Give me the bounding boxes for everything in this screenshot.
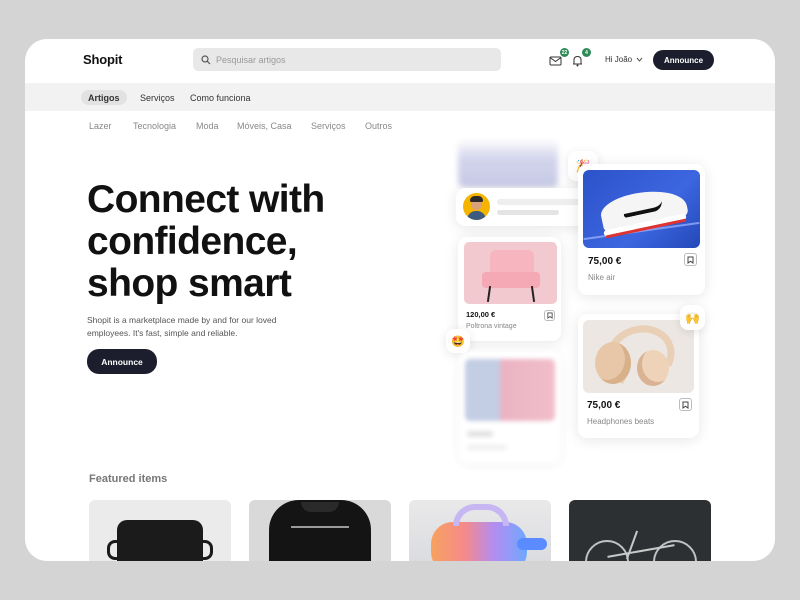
- messages-button[interactable]: 22: [549, 48, 569, 66]
- bookmark-button[interactable]: [684, 253, 697, 266]
- notifications-badge: 4: [582, 48, 591, 57]
- tab-bar: Artigos Serviços Como funciona: [25, 83, 775, 111]
- featured-item-shirt[interactable]: [249, 500, 391, 561]
- messages-badge: 22: [560, 48, 569, 57]
- bookmark-button[interactable]: [544, 310, 555, 321]
- star-struck-emoji: 🤩: [446, 329, 470, 353]
- category-moveis-casa[interactable]: Móveis, Casa: [237, 121, 292, 131]
- product-name: Headphones beats: [587, 417, 655, 426]
- category-servicos[interactable]: Serviços: [311, 121, 346, 131]
- product-image-nike: [583, 170, 700, 248]
- product-name: Poltrona vintage: [466, 323, 517, 330]
- user-menu[interactable]: Hi João: [605, 55, 643, 64]
- product-price: 120,00 €: [466, 310, 496, 319]
- avatar: [463, 193, 490, 220]
- mail-icon: [549, 56, 562, 66]
- tab-como-funciona[interactable]: Como funciona: [183, 90, 258, 105]
- announce-button[interactable]: Announce: [653, 50, 714, 70]
- featured-item-bag[interactable]: [89, 500, 231, 561]
- app-window: Shopit 22 4 Hi João Announce Artigos Ser…: [25, 39, 775, 561]
- bookmark-icon: [682, 401, 689, 409]
- search-icon: [201, 54, 211, 64]
- tab-servicos[interactable]: Serviços: [133, 90, 182, 105]
- featured-item-bicycle[interactable]: [569, 500, 711, 561]
- featured-title: Featured items: [89, 473, 168, 485]
- placeholder-line: [497, 199, 590, 205]
- product-image-chair: [464, 242, 557, 304]
- raised-hands-emoji: 🙌: [680, 305, 705, 330]
- category-tecnologia[interactable]: Tecnologia: [133, 121, 176, 131]
- product-card-headphones[interactable]: 75,00 € Headphones beats: [578, 314, 699, 438]
- tab-artigos[interactable]: Artigos: [81, 90, 127, 105]
- bell-icon: [573, 55, 582, 67]
- search-bar[interactable]: [193, 48, 501, 71]
- product-price: 75,00 €: [587, 400, 621, 411]
- blurred-product-top: [458, 139, 558, 187]
- logo[interactable]: Shopit: [83, 52, 122, 67]
- hero-subtitle: Shopit is a marketplace made by and for …: [87, 315, 277, 338]
- product-name: Nike air: [588, 273, 616, 282]
- hero-title: Connect with confidence, shop smart: [87, 178, 325, 305]
- product-card-chair[interactable]: 120,00 € Poltrona vintage: [458, 237, 561, 341]
- bookmark-button[interactable]: [679, 398, 692, 411]
- bag-image: [117, 520, 203, 561]
- placeholder-line: [497, 210, 559, 215]
- blurred-product-card: [459, 351, 561, 463]
- vr-headset-image: [431, 522, 527, 561]
- product-price: 75,00 €: [588, 256, 622, 267]
- chevron-down-icon: [636, 57, 643, 62]
- bookmark-icon: [687, 256, 694, 264]
- category-moda[interactable]: Moda: [196, 121, 219, 131]
- search-input[interactable]: [216, 54, 476, 65]
- product-image-headphones: [583, 320, 694, 393]
- category-lazer[interactable]: Lazer: [89, 121, 112, 131]
- user-greeting: Hi João: [605, 55, 633, 64]
- hero-announce-button[interactable]: Announce: [87, 349, 157, 374]
- product-card-nike[interactable]: 75,00 € Nike air: [578, 164, 705, 295]
- bookmark-icon: [546, 312, 553, 319]
- notifications-button[interactable]: 4: [571, 48, 591, 67]
- featured-item-vr-headset[interactable]: [409, 500, 551, 561]
- category-outros[interactable]: Outros: [365, 121, 392, 131]
